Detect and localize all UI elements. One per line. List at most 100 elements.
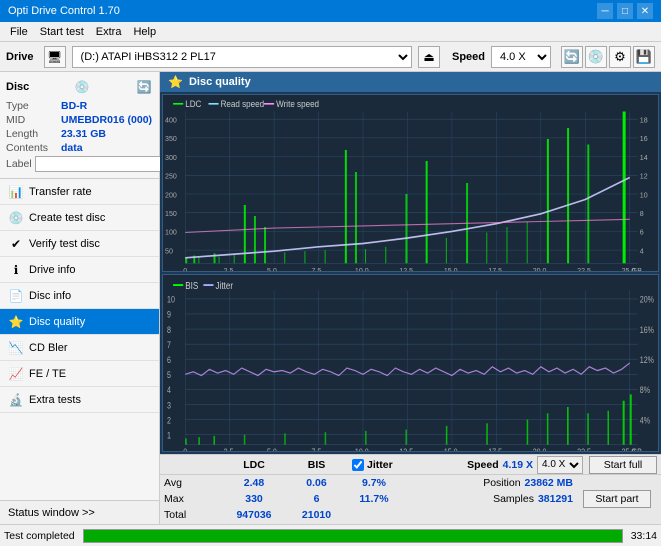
sidebar: Disc 💿 🔄 Type BD-R MID UMEBDR016 (000) L… [0,72,160,524]
svg-text:50: 50 [165,246,173,255]
disc-type-value: BD-R [61,100,87,112]
svg-text:GB: GB [632,266,642,271]
chart1-svg: LDC Read speed Write speed 400 350 300 2… [163,95,658,271]
speed-label: Speed [452,51,485,63]
svg-text:BIS: BIS [185,280,198,291]
disc-title: Disc [6,81,29,93]
drive-browse-button[interactable]: 🖥 [44,46,66,68]
sidebar-item-label: Disc quality [29,316,85,328]
create-test-disc-icon: 💿 [8,211,24,225]
svg-text:16%: 16% [640,325,654,335]
svg-text:4: 4 [167,385,171,395]
svg-text:22.5: 22.5 [577,447,591,451]
sidebar-item-label: FE / TE [29,368,66,380]
sidebar-item-extra-tests[interactable]: 🔬 Extra tests [0,387,159,413]
drive-info-icon: ℹ [8,263,24,277]
drive-select[interactable]: (D:) ATAPI iHBS312 2 PL17 [72,46,412,68]
svg-text:GB: GB [632,447,642,451]
disc-button[interactable]: 💿 [585,46,607,68]
sidebar-item-label: Verify test disc [29,238,100,250]
disc-quality-header-icon: ⭐ [168,75,183,89]
position-value: 23862 MB [525,477,573,489]
svg-text:12%: 12% [640,355,654,365]
title-bar: Opti Drive Control 1.70 ─ □ ✕ [0,0,661,22]
chart1-wrapper: LDC Read speed Write speed 400 350 300 2… [162,94,659,272]
sidebar-item-cd-bler[interactable]: 📉 CD Bler [0,335,159,361]
settings-button[interactable]: ⚙ [609,46,631,68]
progress-bar-container [83,529,623,543]
speed-select-stats[interactable]: 4.0 X [537,456,583,474]
svg-text:0: 0 [183,447,187,451]
toolbar-icons: 🔄 💿 ⚙ 💾 [561,46,655,68]
eject-button[interactable]: ⏏ [418,46,440,68]
disc-quality-title: Disc quality [189,76,251,88]
disc-refresh-button[interactable]: 🔄 [135,78,153,96]
sidebar-item-fe-te[interactable]: 📈 FE / TE [0,361,159,387]
sidebar-item-label: CD Bler [29,342,68,354]
svg-text:7: 7 [167,340,171,350]
cd-bler-icon: 📉 [8,341,24,355]
jitter-col-header: Jitter [367,459,393,471]
extra-tests-icon: 🔬 [8,393,24,407]
svg-text:18: 18 [640,115,648,124]
buttons-block: Start full [589,456,657,474]
svg-text:3: 3 [167,401,171,411]
verify-test-disc-icon: ✔ [8,237,24,251]
sidebar-item-label: Disc info [29,290,71,302]
start-full-button[interactable]: Start full [589,456,657,474]
svg-text:17.5: 17.5 [488,447,502,451]
sidebar-item-disc-quality[interactable]: ⭐ Disc quality [0,309,159,335]
charts-container: LDC Read speed Write speed 400 350 300 2… [160,92,661,454]
bottom-status-bar: Test completed 33:14 [0,524,661,546]
svg-text:5: 5 [167,370,171,380]
maximize-button[interactable]: □ [617,3,633,19]
sidebar-item-transfer-rate[interactable]: 📊 Transfer rate [0,179,159,205]
disc-mid-field: MID UMEBDR016 (000) [6,114,153,126]
svg-text:6: 6 [167,355,171,365]
refresh-button[interactable]: 🔄 [561,46,583,68]
window-controls: ─ □ ✕ [597,3,653,19]
minimize-button[interactable]: ─ [597,3,613,19]
svg-text:8: 8 [640,209,644,218]
svg-text:22.5: 22.5 [577,266,591,271]
disc-label-row: Label ✎ [6,156,153,172]
ldc-col-header: LDC [219,459,289,471]
avg-label: Avg [164,477,219,489]
svg-text:250: 250 [165,171,177,180]
start-part-button[interactable]: Start part [583,490,651,508]
status-window-button[interactable]: Status window >> [0,500,159,524]
sidebar-item-drive-info[interactable]: ℹ Drive info [0,257,159,283]
disc-info-button[interactable]: 💿 [73,78,91,96]
jitter-checkbox[interactable] [352,459,364,471]
menu-start-test[interactable]: Start test [34,25,90,39]
disc-label-input[interactable] [35,156,173,172]
close-button[interactable]: ✕ [637,3,653,19]
svg-text:14: 14 [640,153,648,162]
svg-text:12.5: 12.5 [399,447,413,451]
samples-label: Samples [493,493,534,505]
avg-bis: 0.06 [289,477,344,489]
menu-file[interactable]: File [4,25,34,39]
disc-panel: Disc 💿 🔄 Type BD-R MID UMEBDR016 (000) L… [0,72,159,179]
svg-text:100: 100 [165,227,177,236]
speed-select[interactable]: 4.0 X [491,46,551,68]
sidebar-item-verify-test-disc[interactable]: ✔ Verify test disc [0,231,159,257]
chart2-wrapper: BIS Jitter 10 9 8 7 6 5 4 3 2 1 20% [162,274,659,452]
save-button[interactable]: 💾 [633,46,655,68]
svg-text:200: 200 [165,190,177,199]
total-bis: 21010 [289,509,344,521]
svg-text:Write speed: Write speed [276,99,319,109]
menu-extra[interactable]: Extra [90,25,128,39]
svg-text:10: 10 [167,295,175,305]
sidebar-item-label: Extra tests [29,394,81,406]
max-ldc: 330 [219,493,289,505]
svg-text:4%: 4% [640,416,650,426]
menu-help[interactable]: Help [127,25,162,39]
sidebar-item-disc-info[interactable]: 📄 Disc info [0,283,159,309]
max-label: Max [164,493,219,505]
sidebar-item-create-test-disc[interactable]: 💿 Create test disc [0,205,159,231]
disc-quality-header: ⭐ Disc quality [160,72,661,92]
svg-text:Jitter: Jitter [216,280,233,291]
disc-length-value: 23.31 GB [61,128,106,140]
chart2-svg: BIS Jitter 10 9 8 7 6 5 4 3 2 1 20% [163,275,658,451]
